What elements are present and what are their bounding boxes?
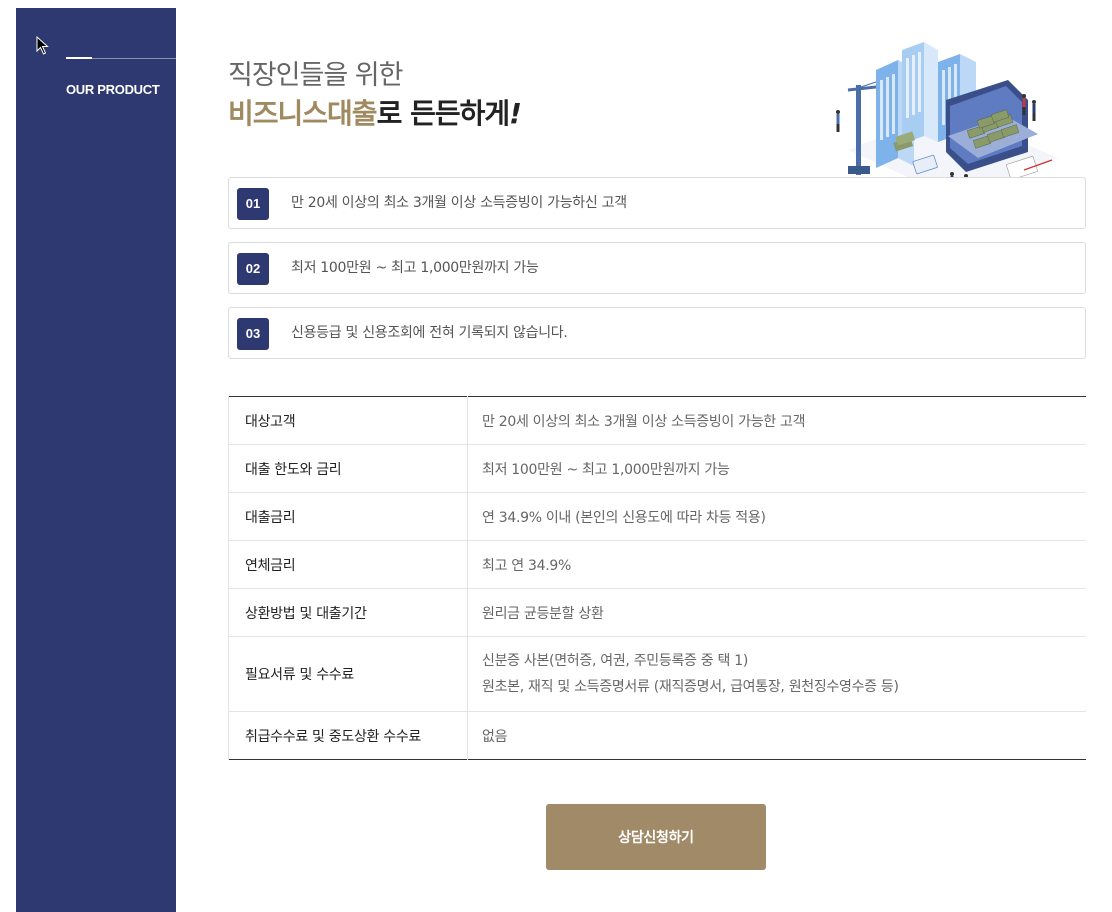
sidebar-divider-accent <box>66 57 92 59</box>
feature-list: 01 만 20세 이상의 최소 3개월 이상 소득증빙이 가능하신 고객 02 … <box>228 177 1086 372</box>
table-row: 대출금리 연 34.9% 이내 (본인의 신용도에 따라 차등 적용) <box>228 492 1086 541</box>
feature-number-badge: 02 <box>237 253 269 285</box>
table-value-cell: 최저 100만원 ~ 최고 1,000만원까지 가능 <box>467 444 1086 493</box>
product-info-table: 대상고객 만 20세 이상의 최소 3개월 이상 소득증빙이 가능한 고객 대출… <box>228 396 1086 760</box>
table-row: 대상고객 만 20세 이상의 최소 3개월 이상 소득증빙이 가능한 고객 <box>228 396 1087 445</box>
feature-item: 01 만 20세 이상의 최소 3개월 이상 소득증빙이 가능하신 고객 <box>228 177 1086 229</box>
table-key-cell: 대출 한도와 금리 <box>228 444 468 493</box>
table-value-cell: 연 34.9% 이내 (본인의 신용도에 따라 차등 적용) <box>467 492 1086 541</box>
consultation-request-button[interactable]: 상담신청하기 <box>546 804 766 870</box>
mouse-cursor-icon <box>36 36 49 55</box>
feature-number-badge: 03 <box>237 318 269 350</box>
table-value-line: 신분증 사본(면허증, 여권, 주민등록증 중 택 1) <box>482 653 748 669</box>
headline-line2: 비즈니스대출로 든든하게! <box>228 94 522 134</box>
table-key-cell: 상환방법 및 대출기간 <box>228 588 468 637</box>
feature-number-badge: 01 <box>237 188 269 220</box>
table-value-cell: 신분증 사본(면허증, 여권, 주민등록증 중 택 1) 원초본, 재직 및 소… <box>467 636 1086 712</box>
table-value-line: 원초본, 재직 및 소득증명서류 (재직증명서, 급여통장, 원천징수영수증 등… <box>482 679 899 695</box>
feature-item: 02 최저 100만원 ~ 최고 1,000만원까지 가능 <box>228 242 1086 294</box>
table-key-cell: 대출금리 <box>228 492 468 541</box>
table-row: 필요서류 및 수수료 신분증 사본(면허증, 여권, 주민등록증 중 택 1) … <box>228 636 1086 712</box>
table-key-cell: 연체금리 <box>228 540 468 589</box>
table-value-cell: 없음 <box>467 711 1086 760</box>
table-value-cell: 만 20세 이상의 최소 3개월 이상 소득증빙이 가능한 고객 <box>482 413 806 430</box>
sidebar-item-our-product[interactable]: OUR PRODUCT <box>66 82 160 97</box>
table-row: 취급수수료 및 중도상환 수수료 없음 <box>228 711 1086 760</box>
feature-text: 최저 100만원 ~ 최고 1,000만원까지 가능 <box>291 260 539 276</box>
headline-rest: 로 든든하게 <box>376 97 511 130</box>
headline-accent: 비즈니스대출 <box>228 97 378 130</box>
page: OUR PRODUCT 직장인들을 위한 비즈니스대출로 든든하게! 01 만 … <box>0 0 1112 912</box>
headline-exclamation: ! <box>509 97 522 130</box>
feature-text: 만 20세 이상의 최소 3개월 이상 소득증빙이 가능하신 고객 <box>291 195 627 211</box>
headline-line1: 직장인들을 위한 <box>228 60 403 91</box>
table-row: 연체금리 최고 연 34.9% <box>228 540 1086 589</box>
table-value-cell: 원리금 균등분할 상환 <box>467 588 1086 637</box>
sidebar: OUR PRODUCT <box>16 8 176 912</box>
table-key-cell: 필요서류 및 수수료 <box>228 636 468 712</box>
table-key-cell: 취급수수료 및 중도상환 수수료 <box>228 711 468 760</box>
table-row: 대출 한도와 금리 최저 100만원 ~ 최고 1,000만원까지 가능 <box>228 444 1086 493</box>
feature-item: 03 신용등급 및 신용조회에 전혀 기록되지 않습니다. <box>228 307 1086 359</box>
table-key-cell: 대상고객 <box>228 396 468 445</box>
table-row: 상환방법 및 대출기간 원리금 균등분할 상환 <box>228 588 1086 637</box>
page-headline: 직장인들을 위한 비즈니스대출로 든든하게! <box>228 58 522 134</box>
feature-text: 신용등급 및 신용조회에 전혀 기록되지 않습니다. <box>291 325 568 341</box>
table-value-cell: 최고 연 34.9% <box>467 540 1086 589</box>
